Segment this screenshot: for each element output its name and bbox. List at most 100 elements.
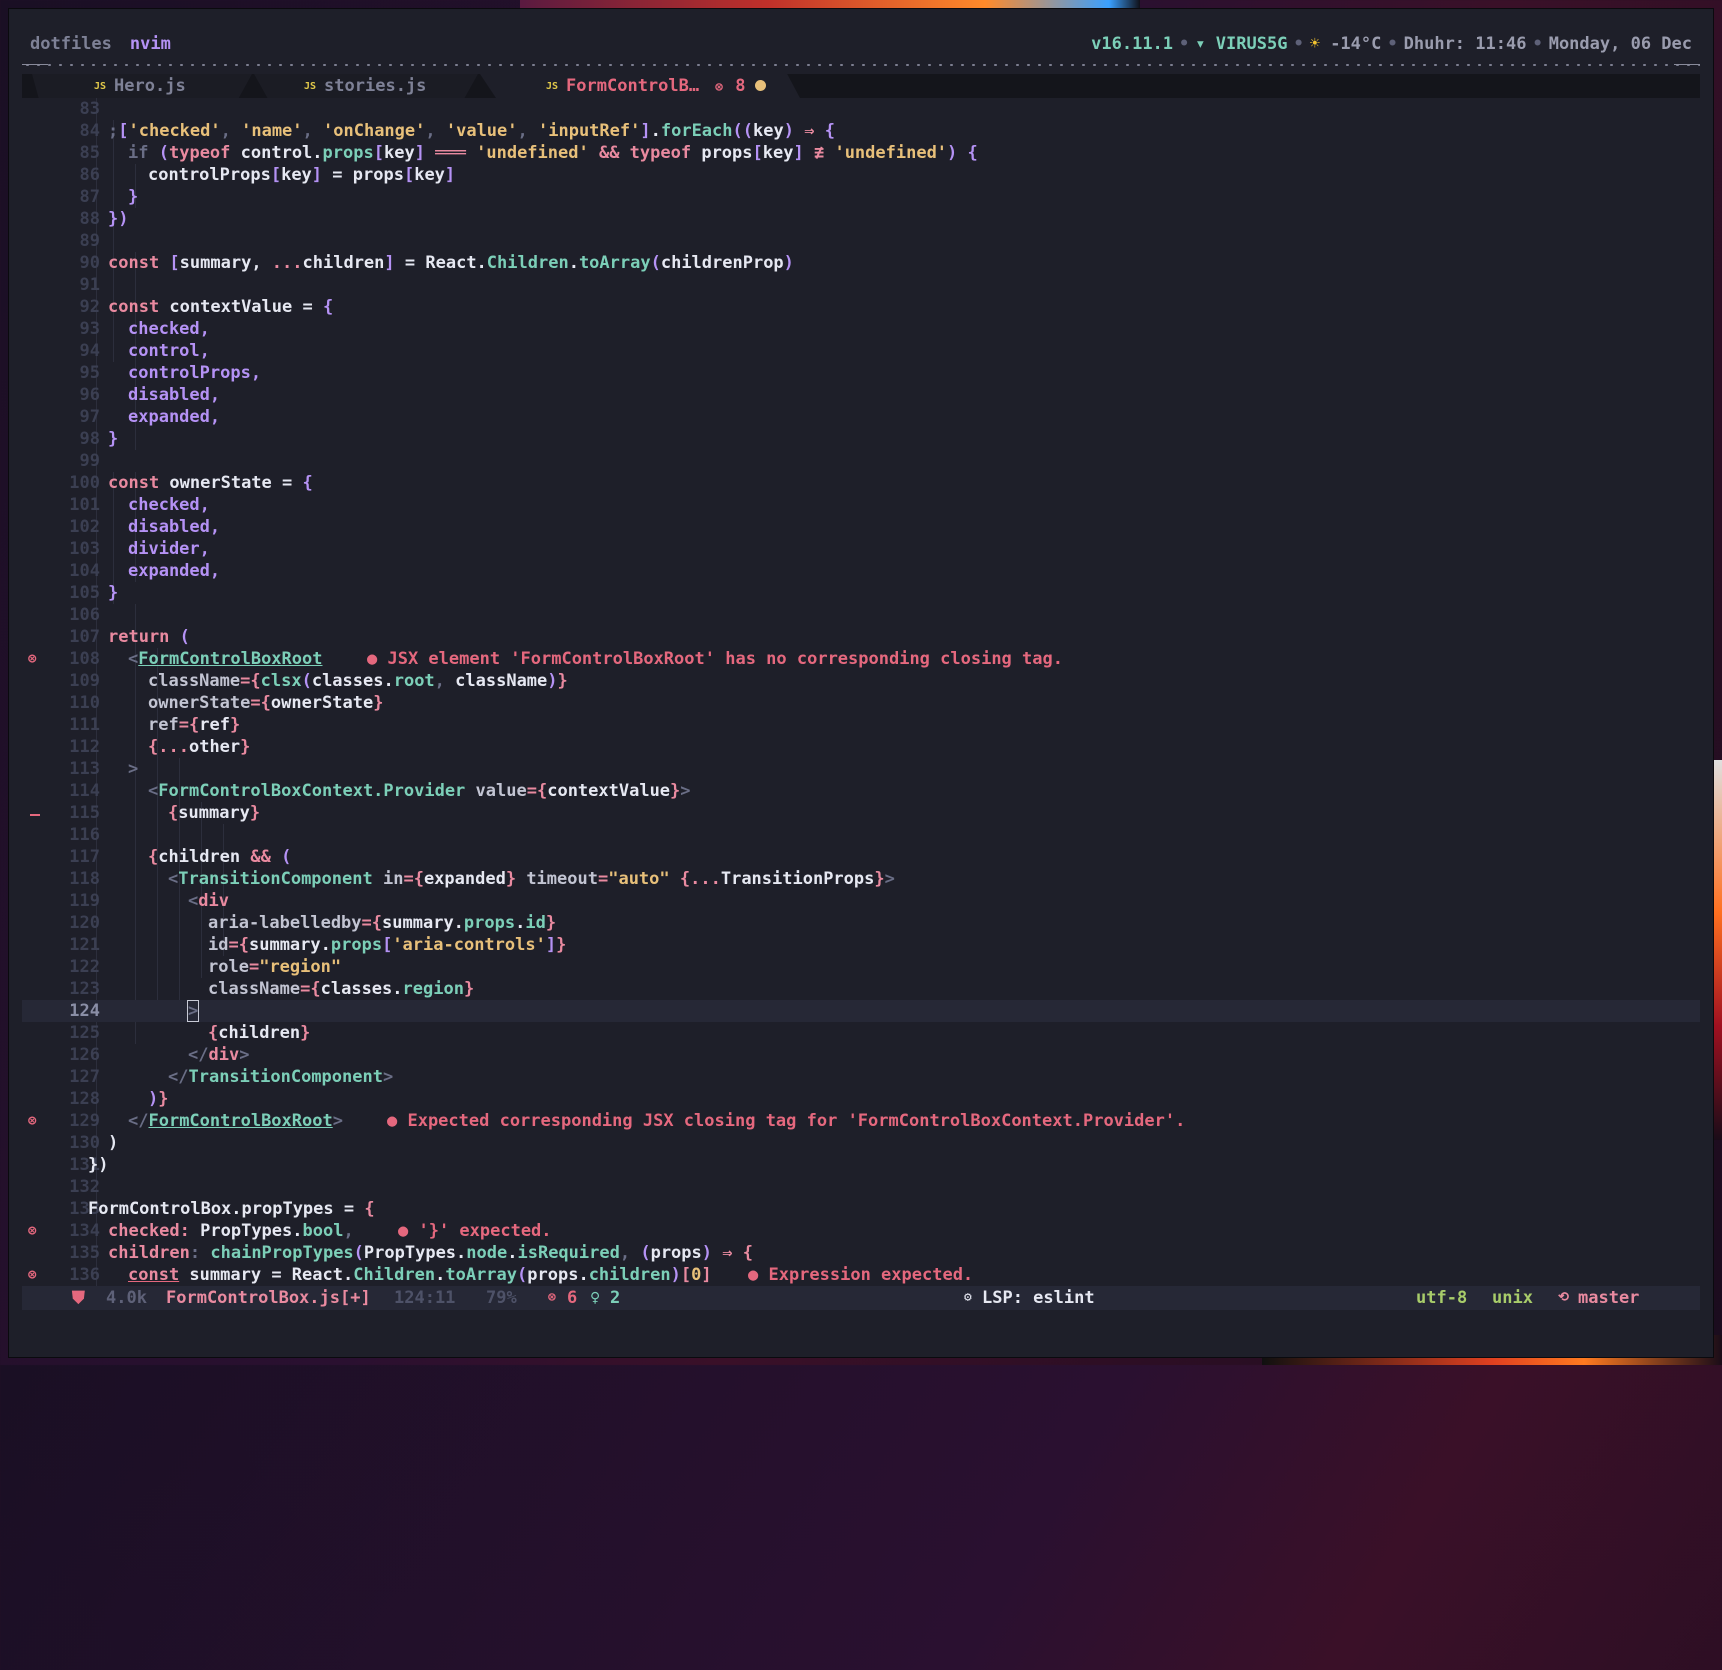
code-line[interactable]: 121 id={summary.props['aria-controls']} <box>22 934 1700 956</box>
code-text: <FormControlBoxContext.Provider value={c… <box>148 780 691 802</box>
code-editor[interactable]: 83 84 ;['checked', 'name', 'onChange', 'va… <box>22 98 1700 1294</box>
code-line[interactable]: 131}) <box>22 1154 1700 1176</box>
code-line[interactable]: 96 disabled, <box>22 384 1700 406</box>
code-line[interactable]: 102 disabled, <box>22 516 1700 538</box>
line-number: 127 <box>69 1067 100 1087</box>
code-line[interactable]: 113 > <box>22 758 1700 780</box>
code-line[interactable]: 133 FormControlBox.propTypes = { <box>22 1198 1700 1220</box>
hint-count[interactable]: 2 <box>610 1286 620 1310</box>
code-token: , <box>220 121 242 141</box>
code-line[interactable]: 95 controlProps, <box>22 362 1700 384</box>
code-line[interactable]: 127 </TransitionComponent> <box>22 1066 1700 1088</box>
file-format: unix <box>1492 1288 1533 1308</box>
code-text: role="region" <box>208 956 341 978</box>
error-sign-icon[interactable]: ⊗ <box>28 1220 42 1242</box>
code-line[interactable]: 89 <box>22 230 1700 252</box>
code-text: const ownerState = { <box>108 472 313 494</box>
code-line[interactable]: 94 control, <box>22 340 1700 362</box>
code-line[interactable]: 135 children: chainPropTypes(PropTypes.no… <box>22 1242 1700 1264</box>
code-token: props <box>650 1243 702 1263</box>
code-line[interactable]: 90 const [summary, ...children] = React.C… <box>22 252 1700 274</box>
line-number: 104 <box>69 561 100 581</box>
window-name[interactable]: nvim <box>130 34 171 54</box>
code-line[interactable]: 120 aria-labelledby={summary.props.id} <box>22 912 1700 934</box>
code-line[interactable]: 118 <TransitionComponent in={expanded} ti… <box>22 868 1700 890</box>
code-line[interactable]: 87} <box>22 186 1700 208</box>
code-line[interactable]: 105} <box>22 582 1700 604</box>
code-line[interactable]: 103 divider, <box>22 538 1700 560</box>
session-name[interactable]: dotfiles <box>30 34 112 54</box>
cursor-position: 124:11 <box>394 1288 456 1308</box>
code-line[interactable]: ⊗ 129 </FormControlBoxRoot> ● Expected corr… <box>22 1110 1700 1132</box>
tab-formcontrolbox[interactable]: JS FormControlB… ⊗ 8 <box>480 74 800 98</box>
code-line[interactable]: ⊗ 108 <FormControlBoxRoot ● JSX element 'Fo… <box>22 648 1700 670</box>
code-line[interactable]: 97 expanded, <box>22 406 1700 428</box>
code-line[interactable]: 119 <div <box>22 890 1700 912</box>
code-text: const [summary, ...children] = React.Chi… <box>108 252 794 274</box>
diagnostic-message: ● Expression expected. <box>748 1265 974 1285</box>
code-line[interactable]: 124 > <box>22 1000 1700 1022</box>
code-line[interactable]: 123 className={classes.region} <box>22 978 1700 1000</box>
code-line[interactable]: 93 checked, <box>22 318 1700 340</box>
code-token: 'undefined' <box>834 143 948 163</box>
code-line[interactable]: 126 </div> <box>22 1044 1700 1066</box>
code-text: {children && ( <box>148 846 291 868</box>
code-token: toArray <box>578 253 651 273</box>
code-line[interactable]: 125 {children} <box>22 1022 1700 1044</box>
code-line[interactable]: 128)} <box>22 1088 1700 1110</box>
code-token: chainPropTypes <box>200 1243 354 1263</box>
code-line[interactable]: 106 <box>22 604 1700 626</box>
code-line[interactable]: 112 {...other} <box>22 736 1700 758</box>
code-line[interactable]: 101 checked, <box>22 494 1700 516</box>
code-line[interactable]: 115 {summary} <box>22 802 1700 824</box>
error-sign-icon[interactable]: ⊗ <box>28 1264 42 1286</box>
code-token: { <box>168 803 179 823</box>
code-token: = <box>261 1265 292 1285</box>
code-line[interactable]: 91 <box>22 274 1700 296</box>
code-line[interactable]: 92 const contextValue = { <box>22 296 1700 318</box>
code-line[interactable]: 130) <box>22 1132 1700 1154</box>
code-line[interactable]: ⊗ 134 checked: PropTypes.bool, ● '}' expect… <box>22 1220 1700 1242</box>
code-line[interactable]: 116 <box>22 824 1700 846</box>
code-line[interactable]: 122 role="region" <box>22 956 1700 978</box>
code-token: div <box>208 1045 240 1065</box>
line-number: 110 <box>69 693 100 713</box>
code-token: props. <box>527 1265 589 1285</box>
code-line[interactable]: 111 ref={ref} <box>22 714 1700 736</box>
code-line[interactable]: 85 if (typeof control.props[key] ═══ 'und… <box>22 142 1700 164</box>
code-token: className <box>455 671 548 691</box>
code-line[interactable]: 117 {children && ( <box>22 846 1700 868</box>
tab-stories[interactable]: JS stories.js <box>254 74 478 98</box>
code-line[interactable]: 83 <box>22 98 1700 120</box>
code-line[interactable]: 132 <box>22 1176 1700 1198</box>
code-line[interactable]: 86 controlProps[key] = props[key] <box>22 164 1700 186</box>
error-sign-icon[interactable]: ⊗ <box>28 648 42 670</box>
code-line[interactable]: 107 return ( <box>22 626 1700 648</box>
code-text: aria-labelledby={summary.props.id} <box>208 912 556 934</box>
error-sign-icon[interactable]: ⊗ <box>28 1110 42 1132</box>
error-count[interactable]: 6 <box>567 1286 577 1310</box>
git-branch[interactable]: master <box>1578 1286 1639 1310</box>
shield-icon: ⛊ <box>72 1288 85 1308</box>
code-line[interactable]: 109 className={clsx(classes.root, classNa… <box>22 670 1700 692</box>
tab-hero[interactable]: JS Hero.js <box>32 74 252 98</box>
code-token: 'onChange' <box>323 121 426 141</box>
code-token: typeof <box>629 143 692 163</box>
code-line[interactable]: 100 const ownerState = { <box>22 472 1700 494</box>
code-line[interactable]: 88}) <box>22 208 1700 230</box>
code-line[interactable]: 98} <box>22 428 1700 450</box>
lsp-status[interactable]: LSP: eslint <box>982 1286 1095 1310</box>
code-token: { <box>364 1199 375 1219</box>
code-line[interactable]: ⊗ 136 const summary = React.Children.toArr… <box>22 1264 1700 1286</box>
code-line[interactable]: 114 <FormControlBoxContext.Provider value… <box>22 780 1700 802</box>
code-line[interactable]: 110 ownerState={ownerState} <box>22 692 1700 714</box>
code-token: { <box>536 781 548 801</box>
code-token: children <box>218 1023 301 1043</box>
code-line[interactable]: 99 <box>22 450 1700 472</box>
code-token: < <box>168 869 179 889</box>
tab-label: stories.js <box>324 76 427 96</box>
code-line[interactable]: 84 ;['checked', 'name', 'onChange', 'valu… <box>22 120 1700 142</box>
tab-label: Hero.js <box>114 76 186 96</box>
code-line[interactable]: 104 expanded, <box>22 560 1700 582</box>
